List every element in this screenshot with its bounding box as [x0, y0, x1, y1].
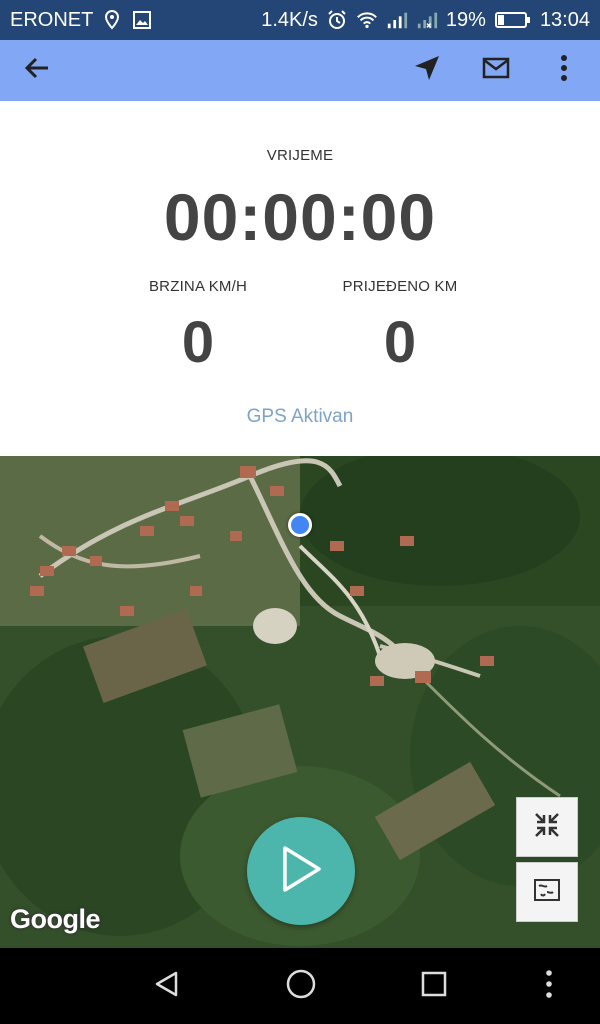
carrier-name: ERONET — [10, 8, 94, 31]
back-button[interactable] — [12, 40, 62, 101]
location-icon — [101, 9, 123, 31]
signal-off-icon — [416, 9, 438, 31]
system-nav-bar — [0, 948, 600, 1024]
battery-percent: 19% — [445, 8, 486, 31]
image-icon — [131, 9, 153, 31]
time-value: 00:00:00 — [163, 180, 437, 254]
map-type-icon — [533, 878, 561, 907]
start-tracking-button[interactable] — [247, 817, 355, 925]
gps-status: GPS Aktivan — [246, 406, 354, 427]
status-left: ERONET — [10, 9, 153, 32]
navigation-icon — [413, 54, 441, 87]
nav-more-button[interactable] — [514, 948, 584, 1024]
speed-label: BRZINA KM/H — [148, 278, 248, 295]
nav-back-button[interactable] — [132, 948, 202, 1024]
mail-button[interactable] — [470, 40, 522, 101]
app-toolbar — [0, 40, 600, 101]
mail-icon — [482, 57, 510, 84]
speed-value: 0 — [181, 310, 215, 375]
nav-home-icon — [285, 968, 317, 1005]
current-location-dot — [288, 513, 312, 537]
back-arrow-icon — [22, 53, 52, 88]
time-label: VRIJEME — [266, 147, 334, 164]
google-attribution: Google — [10, 904, 101, 934]
navigation-button[interactable] — [402, 40, 452, 101]
network-speed: 1.4K/s — [261, 8, 318, 31]
nav-home-button[interactable] — [266, 948, 336, 1024]
collapse-map-button[interactable] — [516, 797, 578, 857]
nav-back-icon — [152, 969, 182, 1004]
map-type-button[interactable] — [516, 862, 578, 922]
nav-more-icon — [545, 969, 553, 1004]
map-view[interactable]: Google — [0, 456, 600, 948]
signal-icon — [386, 9, 408, 31]
collapse-icon — [533, 811, 561, 844]
battery-icon — [494, 9, 532, 31]
distance-label: PRIJEĐENO KM — [342, 278, 458, 295]
overflow-menu-button[interactable] — [540, 40, 588, 101]
status-right: 1.4K/s 19% 13:04 — [261, 9, 590, 32]
play-icon — [279, 844, 323, 899]
wifi-icon — [356, 9, 378, 31]
more-vert-icon — [560, 54, 568, 87]
nav-recents-icon — [420, 970, 448, 1003]
alarm-icon — [326, 9, 348, 31]
stats-panel: VRIJEME 00:00:00 BRZINA KM/H 0 PRIJEĐENO… — [0, 101, 600, 456]
status-bar: ERONET 1.4K/s 19% 13:04 — [0, 0, 600, 40]
clock: 13:04 — [539, 8, 590, 31]
nav-recents-button[interactable] — [399, 948, 469, 1024]
distance-value: 0 — [383, 310, 417, 375]
